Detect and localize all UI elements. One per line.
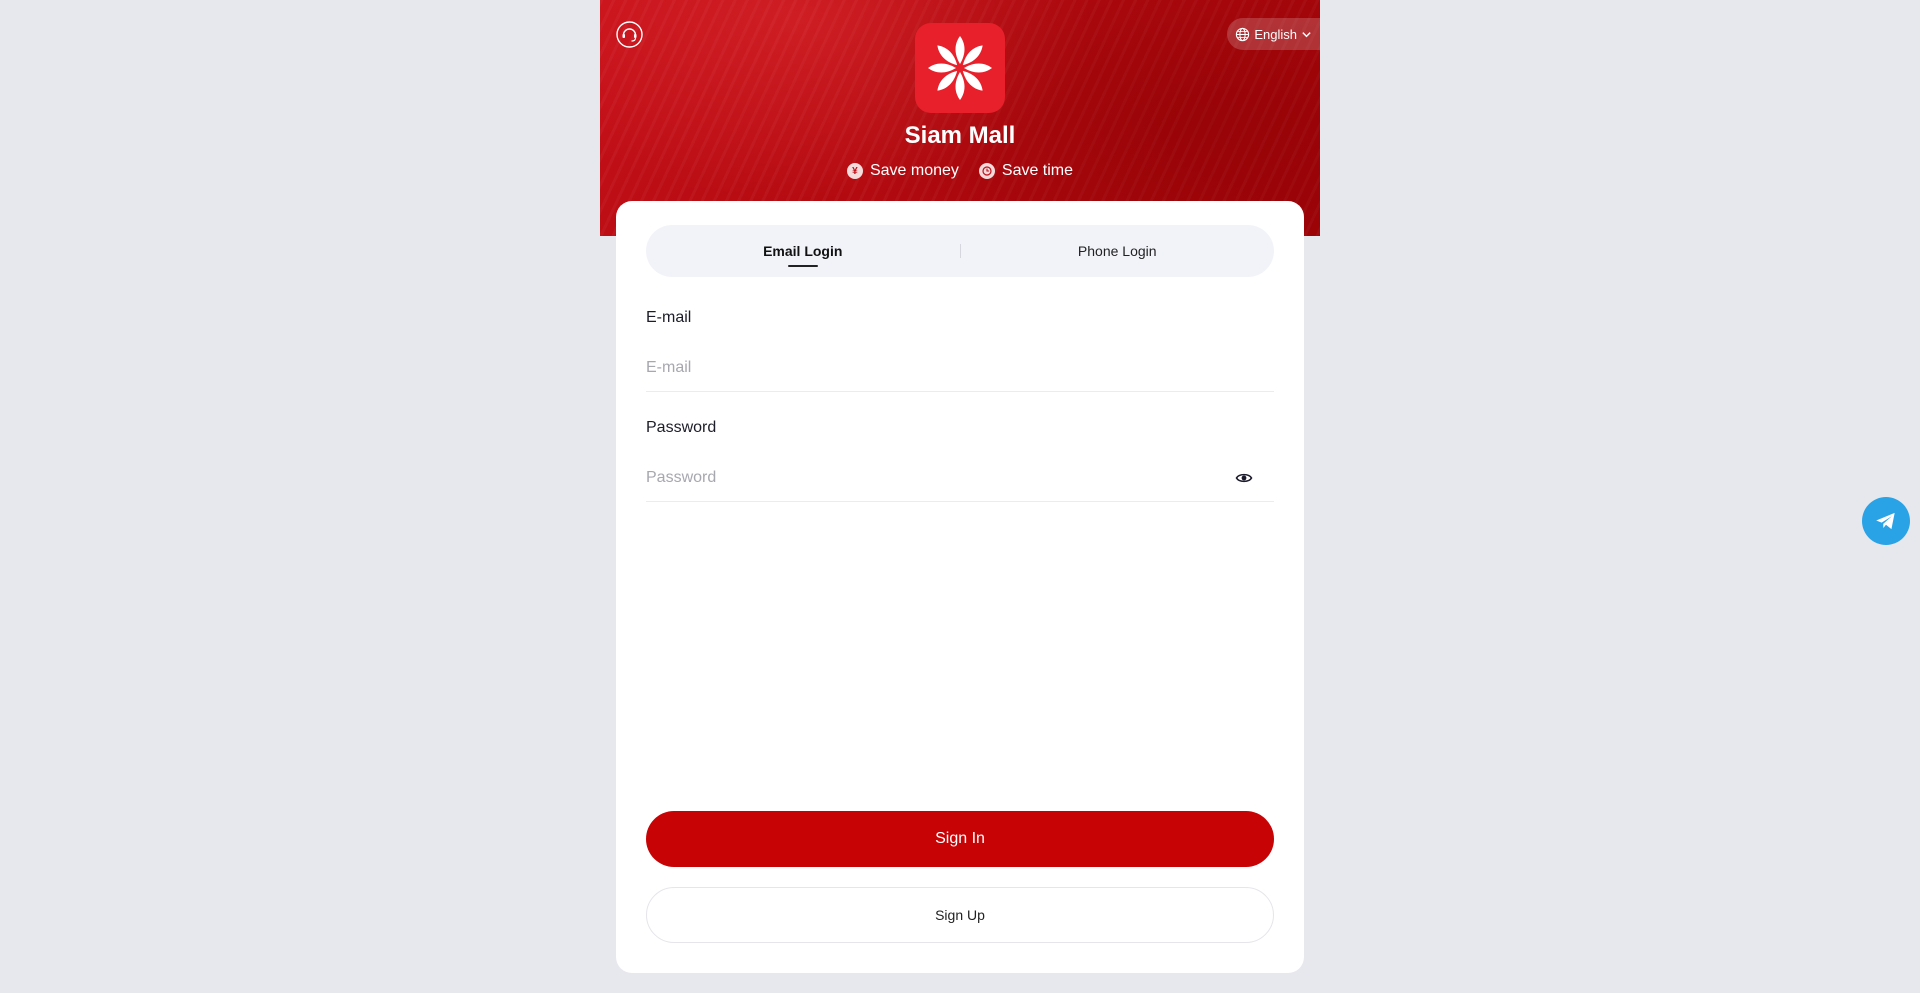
language-selector[interactable]: English (1227, 18, 1320, 50)
tagline-text: Save time (1001, 162, 1074, 179)
language-label: English (1254, 26, 1297, 42)
telegram-icon (1876, 512, 1895, 530)
password-label: Password (646, 419, 717, 436)
chevron-down-icon (1302, 31, 1311, 37)
app-logo (915, 23, 1005, 113)
login-page: English Siam Mall ¥ Save money Save time… (600, 0, 1320, 993)
flower-logo-icon (928, 36, 992, 100)
eye-icon (1235, 473, 1253, 482)
customer-service-icon (616, 21, 643, 48)
sign-in-button[interactable]: Sign In (646, 811, 1274, 867)
globe-icon (1236, 27, 1250, 41)
password-field[interactable] (646, 468, 1234, 487)
email-field-row (646, 344, 1274, 392)
email-field[interactable] (646, 358, 1274, 377)
tagline-text: Save money (869, 162, 959, 179)
money-icon: ¥ (846, 163, 863, 179)
tab-phone-login[interactable]: Phone Login (961, 225, 1275, 277)
sign-up-button[interactable]: Sign Up (646, 887, 1274, 943)
customer-service-button[interactable] (616, 21, 643, 48)
toggle-password-visibility-button[interactable] (1234, 468, 1254, 488)
tagline-row: ¥ Save money Save time (600, 162, 1320, 180)
login-tabs: Email Login Phone Login (646, 225, 1274, 277)
login-card: Email Login Phone Login E-mail Password … (616, 201, 1304, 973)
email-label: E-mail (646, 309, 692, 326)
telegram-button[interactable] (1862, 497, 1910, 545)
password-field-row (646, 454, 1274, 502)
clock-icon (978, 163, 995, 179)
tab-email-login[interactable]: Email Login (646, 225, 960, 277)
tagline-save-money: ¥ Save money (846, 162, 959, 180)
brand-name: Siam Mall (904, 122, 1016, 149)
tagline-save-time: Save time (978, 162, 1074, 180)
